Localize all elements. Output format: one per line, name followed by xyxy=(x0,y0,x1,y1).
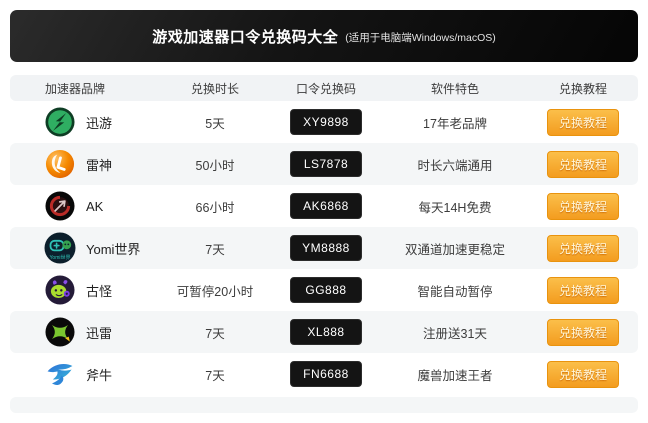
title-banner: 游戏加速器口令兑换码大全 (适用于电脑端Windows/macOS) xyxy=(10,10,638,62)
code-badge: XL888 xyxy=(290,319,362,345)
table-row: 迅雷 7天 XL888 注册送31天 兑换教程 xyxy=(10,311,638,353)
brand-name: AK xyxy=(86,198,104,214)
leishen-logo xyxy=(44,148,76,180)
feature-cell: 魔兽加速王者 xyxy=(417,368,493,383)
brand-name: 雷神 xyxy=(86,157,113,173)
code-badge: XY9898 xyxy=(290,109,362,135)
duration-cell: 7天 xyxy=(205,368,225,383)
feature-cell: 每天14H免费 xyxy=(418,200,492,215)
xunlei-logo xyxy=(44,316,76,348)
svg-text:Yomi世界: Yomi世界 xyxy=(50,254,71,261)
table-row: 迅游 5天 XY9898 17年老品牌 兑换教程 xyxy=(10,101,638,143)
tutorial-button[interactable]: 兑换教程 xyxy=(546,360,619,388)
brand-cell: 迅雷 xyxy=(10,316,160,348)
table-row: Yomi世界 Yomi世界 7天 YM8888 双通道加速更稳定 兑换教程 xyxy=(10,227,638,269)
yomi-logo: Yomi世界 xyxy=(44,232,76,264)
column-header-brand: 加速器品牌 xyxy=(45,81,106,96)
duration-cell: 50小时 xyxy=(195,158,235,173)
feature-cell: 注册送31天 xyxy=(423,326,487,341)
tutorial-button[interactable]: 兑换教程 xyxy=(546,318,619,346)
tutorial-button[interactable]: 兑换教程 xyxy=(546,108,619,136)
code-badge: YM8888 xyxy=(290,235,362,261)
feature-cell: 智能自动暂停 xyxy=(417,284,493,299)
tutorial-button[interactable]: 兑换教程 xyxy=(546,276,619,304)
duration-cell: 可暂停20小时 xyxy=(176,284,254,299)
tutorial-button[interactable]: 兑换教程 xyxy=(546,150,619,178)
duration-cell: 5天 xyxy=(205,116,225,131)
brand-cell: Yomi世界 Yomi世界 xyxy=(10,232,160,264)
partial-next-row xyxy=(10,397,638,413)
column-header-tutorial: 兑换教程 xyxy=(558,81,607,96)
table-row: AK 66小时 AK6868 每天14H免费 兑换教程 xyxy=(10,185,638,227)
column-header-duration: 兑换时长 xyxy=(190,81,239,96)
guguai-logo xyxy=(44,274,76,306)
feature-cell: 17年老品牌 xyxy=(423,116,487,131)
brand-name: 迅游 xyxy=(86,115,113,131)
page: 游戏加速器口令兑换码大全 (适用于电脑端Windows/macOS) 加速器品牌… xyxy=(0,0,648,423)
brand-cell: 斧牛 xyxy=(10,358,160,390)
page-subtitle: (适用于电脑端Windows/macOS) xyxy=(345,31,496,44)
feature-cell: 双通道加速更稳定 xyxy=(404,242,505,257)
table-row: 雷神 50小时 LS7878 时长六端通用 兑换教程 xyxy=(10,143,638,185)
funiu-logo xyxy=(44,358,76,390)
code-badge: AK6868 xyxy=(290,193,362,219)
tutorial-button[interactable]: 兑换教程 xyxy=(546,234,619,262)
code-badge: GG888 xyxy=(290,277,362,303)
column-header-code: 口令兑换码 xyxy=(295,81,356,96)
ak-logo xyxy=(44,190,76,222)
page-title: 游戏加速器口令兑换码大全 xyxy=(152,28,339,46)
column-header-feature: 软件特色 xyxy=(430,81,479,96)
feature-cell: 时长六端通用 xyxy=(417,158,493,173)
code-badge: FN6688 xyxy=(290,361,362,387)
duration-cell: 66小时 xyxy=(195,200,235,215)
duration-cell: 7天 xyxy=(205,326,225,341)
duration-cell: 7天 xyxy=(205,242,225,257)
code-badge: LS7878 xyxy=(290,151,362,177)
table-row: 古怪 可暂停20小时 GG888 智能自动暂停 兑换教程 xyxy=(10,269,638,311)
tutorial-button[interactable]: 兑换教程 xyxy=(546,192,619,220)
brand-cell: 古怪 xyxy=(10,274,160,306)
brand-name: 古怪 xyxy=(86,283,113,299)
brand-name: 迅雷 xyxy=(86,325,113,341)
brand-name: Yomi世界 xyxy=(86,241,141,257)
brand-cell: AK xyxy=(10,190,160,222)
xunyou-logo xyxy=(44,106,76,138)
brand-cell: 雷神 xyxy=(10,148,160,180)
brand-cell: 迅游 xyxy=(10,106,160,138)
table-body: 迅游 5天 XY9898 17年老品牌 兑换教程 雷神 50小时 LS7878 … xyxy=(10,101,638,395)
table-header: 加速器品牌 兑换时长 口令兑换码 软件特色 兑换教程 xyxy=(10,75,638,101)
brand-name: 斧牛 xyxy=(86,367,113,383)
table-row: 斧牛 7天 FN6688 魔兽加速王者 兑换教程 xyxy=(10,353,638,395)
